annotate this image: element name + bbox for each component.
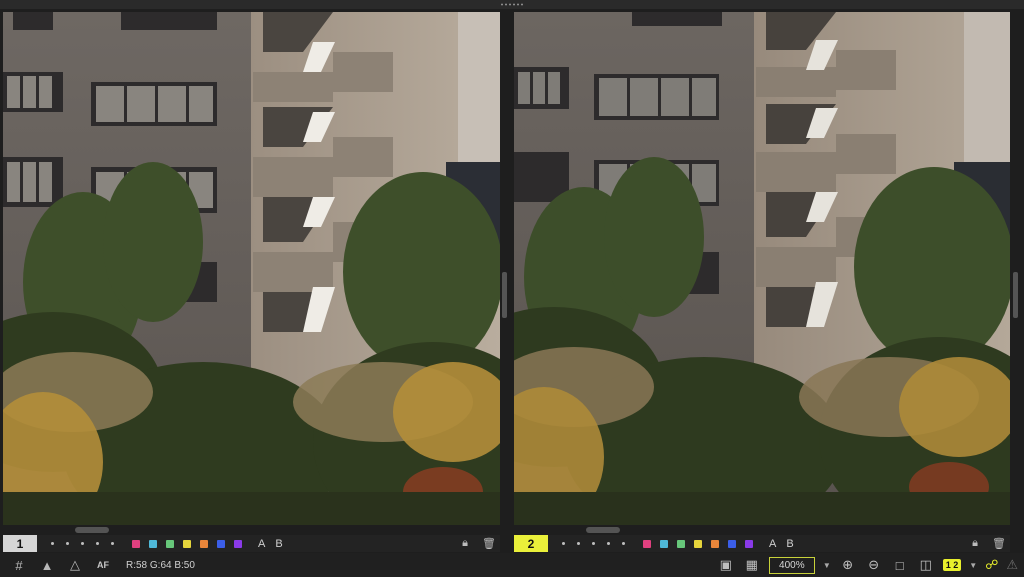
compare-dropdown-icon[interactable]: ▼ bbox=[969, 561, 977, 570]
lock-icon[interactable]: 🔒︎ bbox=[972, 537, 978, 550]
panel-actions-1: 🔒︎ 🗑︎ bbox=[462, 537, 496, 550]
star-dot[interactable] bbox=[96, 542, 99, 545]
star-rating[interactable] bbox=[51, 542, 114, 545]
image-viewer-app: 1 A B 🔒︎ 🗑︎ 2 A B 🔒︎ 🗑︎ # ▲ △ AF R:58 G:… bbox=[0, 0, 1024, 577]
zoom-out-icon[interactable]: ⊖ bbox=[865, 557, 883, 573]
color-label-green[interactable] bbox=[166, 539, 174, 548]
viewer-index-1[interactable]: 1 bbox=[3, 535, 37, 552]
ab-labels: A B bbox=[258, 538, 283, 550]
star-dot[interactable] bbox=[51, 542, 54, 545]
horizontal-scrollbar-1[interactable] bbox=[75, 527, 109, 533]
trash-icon[interactable]: 🗑︎ bbox=[992, 537, 1006, 550]
color-label-blue[interactable] bbox=[728, 539, 736, 548]
star-dot[interactable] bbox=[66, 542, 69, 545]
warning-icon[interactable]: ⚠︎ bbox=[1006, 557, 1018, 573]
zoom-in-icon[interactable]: ⊕ bbox=[839, 557, 857, 573]
color-labels bbox=[132, 539, 242, 548]
zoom-level-field[interactable]: 400% bbox=[768, 556, 815, 574]
vertical-scrollbar[interactable] bbox=[1013, 272, 1018, 318]
photo-building-trees-1 bbox=[3, 12, 500, 525]
view-tools: ▣ ▦ 400% ▼ ⊕ ⊖ □ ◫ 1 2 ▼ ☍ ⚠︎ bbox=[717, 556, 1018, 574]
rating-bar-2: 2 A B 🔒︎ 🗑︎ bbox=[514, 535, 1010, 552]
star-dot[interactable] bbox=[81, 542, 84, 545]
drag-grip-icon[interactable] bbox=[500, 3, 524, 6]
color-label-red[interactable] bbox=[132, 539, 140, 548]
actual-size-icon[interactable]: ▦ bbox=[743, 557, 761, 573]
color-label-orange[interactable] bbox=[200, 539, 208, 548]
label-a-button[interactable]: A bbox=[258, 538, 265, 550]
viewer-index-2[interactable]: 2 bbox=[514, 535, 548, 552]
compare-view-button[interactable]: 1 2 bbox=[942, 559, 962, 571]
star-dot[interactable] bbox=[577, 542, 580, 545]
color-label-green[interactable] bbox=[677, 539, 685, 548]
color-label-purple[interactable] bbox=[234, 539, 242, 548]
fit-screen-icon[interactable]: ▣ bbox=[717, 557, 735, 573]
zoom-dropdown-icon[interactable]: ▼ bbox=[823, 561, 831, 570]
color-label-cyan[interactable] bbox=[660, 539, 668, 548]
title-bar bbox=[0, 0, 1024, 9]
label-a-button[interactable]: A bbox=[769, 538, 776, 550]
color-label-red[interactable] bbox=[643, 539, 651, 548]
rating-bar-1: 1 A B 🔒︎ 🗑︎ bbox=[3, 535, 500, 552]
panel-actions-2: 🔒︎ 🗑︎ bbox=[972, 537, 1006, 550]
dual-view-icon[interactable]: ◫ bbox=[917, 557, 935, 573]
image-viewer-2[interactable] bbox=[514, 12, 1010, 525]
ab-labels: A B bbox=[769, 538, 794, 550]
bottom-toolbar: # ▲ △ AF R:58 G:64 B:50 ▣ ▦ 400% ▼ ⊕ ⊖ □… bbox=[0, 553, 1024, 577]
shadow-warning-icon[interactable]: △ bbox=[66, 556, 84, 574]
sync-link-icon[interactable]: ☍ bbox=[985, 557, 998, 573]
single-view-icon[interactable]: □ bbox=[891, 558, 909, 573]
image-viewer-1[interactable] bbox=[3, 12, 500, 525]
color-labels bbox=[643, 539, 753, 548]
label-b-button[interactable]: B bbox=[275, 538, 282, 550]
rgb-readout: R:58 G:64 B:50 bbox=[126, 559, 195, 571]
star-dot[interactable] bbox=[592, 542, 595, 545]
af-point-button[interactable]: AF bbox=[94, 556, 112, 574]
star-dot[interactable] bbox=[622, 542, 625, 545]
grid-icon[interactable]: # bbox=[10, 556, 28, 574]
highlight-warning-icon[interactable]: ▲ bbox=[38, 556, 56, 574]
splitter-handle[interactable] bbox=[502, 272, 507, 318]
trash-icon[interactable]: 🗑︎ bbox=[482, 537, 496, 550]
star-dot[interactable] bbox=[562, 542, 565, 545]
horizontal-scrollbar-2[interactable] bbox=[586, 527, 620, 533]
star-dot[interactable] bbox=[607, 542, 610, 545]
color-label-yellow[interactable] bbox=[694, 539, 702, 548]
star-rating[interactable] bbox=[562, 542, 625, 545]
color-label-purple[interactable] bbox=[745, 539, 753, 548]
color-label-yellow[interactable] bbox=[183, 539, 191, 548]
color-label-orange[interactable] bbox=[711, 539, 719, 548]
photo-building-trees-2 bbox=[514, 12, 1010, 525]
label-b-button[interactable]: B bbox=[786, 538, 793, 550]
color-label-cyan[interactable] bbox=[149, 539, 157, 548]
lock-icon[interactable]: 🔒︎ bbox=[462, 537, 468, 550]
color-label-blue[interactable] bbox=[217, 539, 225, 548]
star-dot[interactable] bbox=[111, 542, 114, 545]
